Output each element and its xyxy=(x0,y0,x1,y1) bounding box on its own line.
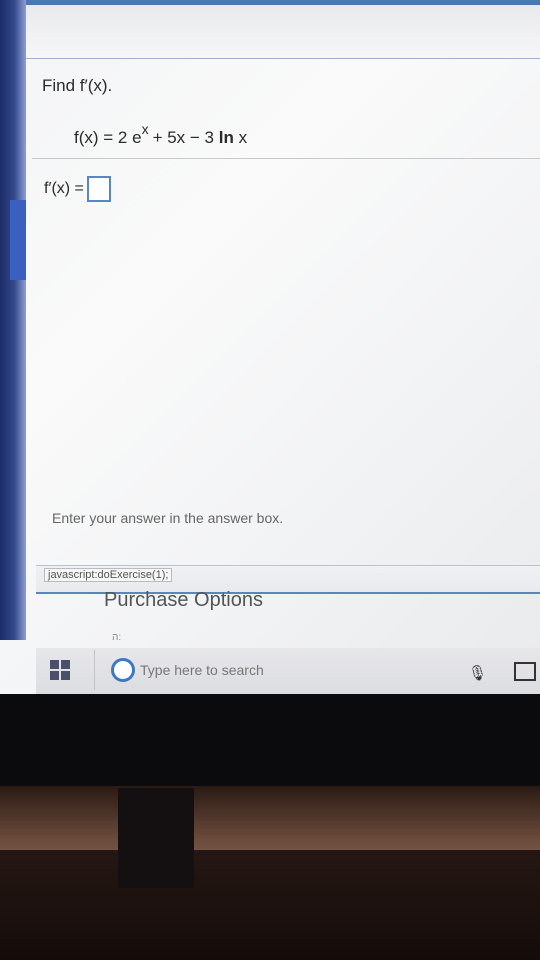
microphone-icon[interactable]: 🎙 xyxy=(468,664,487,682)
cortana-circle-icon xyxy=(111,658,135,682)
formula-tail: x xyxy=(233,128,248,147)
screen: Find f′(x). f(x) = 2 ex + 5x − 3 ln x f′(… xyxy=(0,0,540,700)
question-panel: Find f′(x). f(x) = 2 ex + 5x − 3 ln x f′(… xyxy=(26,58,540,598)
partial-text: ה: xyxy=(112,632,122,643)
answer-label: f′(x) = xyxy=(44,180,84,197)
search-placeholder[interactable]: Type here to search xyxy=(140,662,264,678)
answer-row: f′(x) = xyxy=(44,176,111,202)
formula-exponent: x xyxy=(141,121,149,137)
top-band xyxy=(26,0,540,59)
function-formula: f(x) = 2 ex + 5x − 3 ln x xyxy=(74,121,248,148)
formula-rhs: + 5x − 3 xyxy=(152,128,219,147)
left-nav-strip xyxy=(0,0,26,640)
status-link-url: javascript:doExercise(1); xyxy=(44,568,173,582)
windows-start-icon[interactable] xyxy=(50,660,72,682)
left-nav-accent xyxy=(10,200,26,280)
formula-lhs: f(x) = 2 e xyxy=(74,128,142,147)
formula-ln: ln xyxy=(218,128,234,147)
taskbar: Type here to search 🎙 xyxy=(36,648,540,694)
purchase-options-link[interactable]: Purchase Options xyxy=(104,589,263,612)
answer-input-box[interactable] xyxy=(86,176,111,202)
divider xyxy=(32,158,540,159)
laptop-body-shadow xyxy=(0,850,540,960)
laptop-hinge xyxy=(118,788,194,888)
top-blue-edge xyxy=(26,0,540,5)
hint-text: Enter your answer in the answer box. xyxy=(52,510,284,526)
question-title: Find f′(x). xyxy=(42,76,113,95)
monitor-bezel xyxy=(0,694,540,786)
task-view-icon[interactable] xyxy=(514,662,536,681)
